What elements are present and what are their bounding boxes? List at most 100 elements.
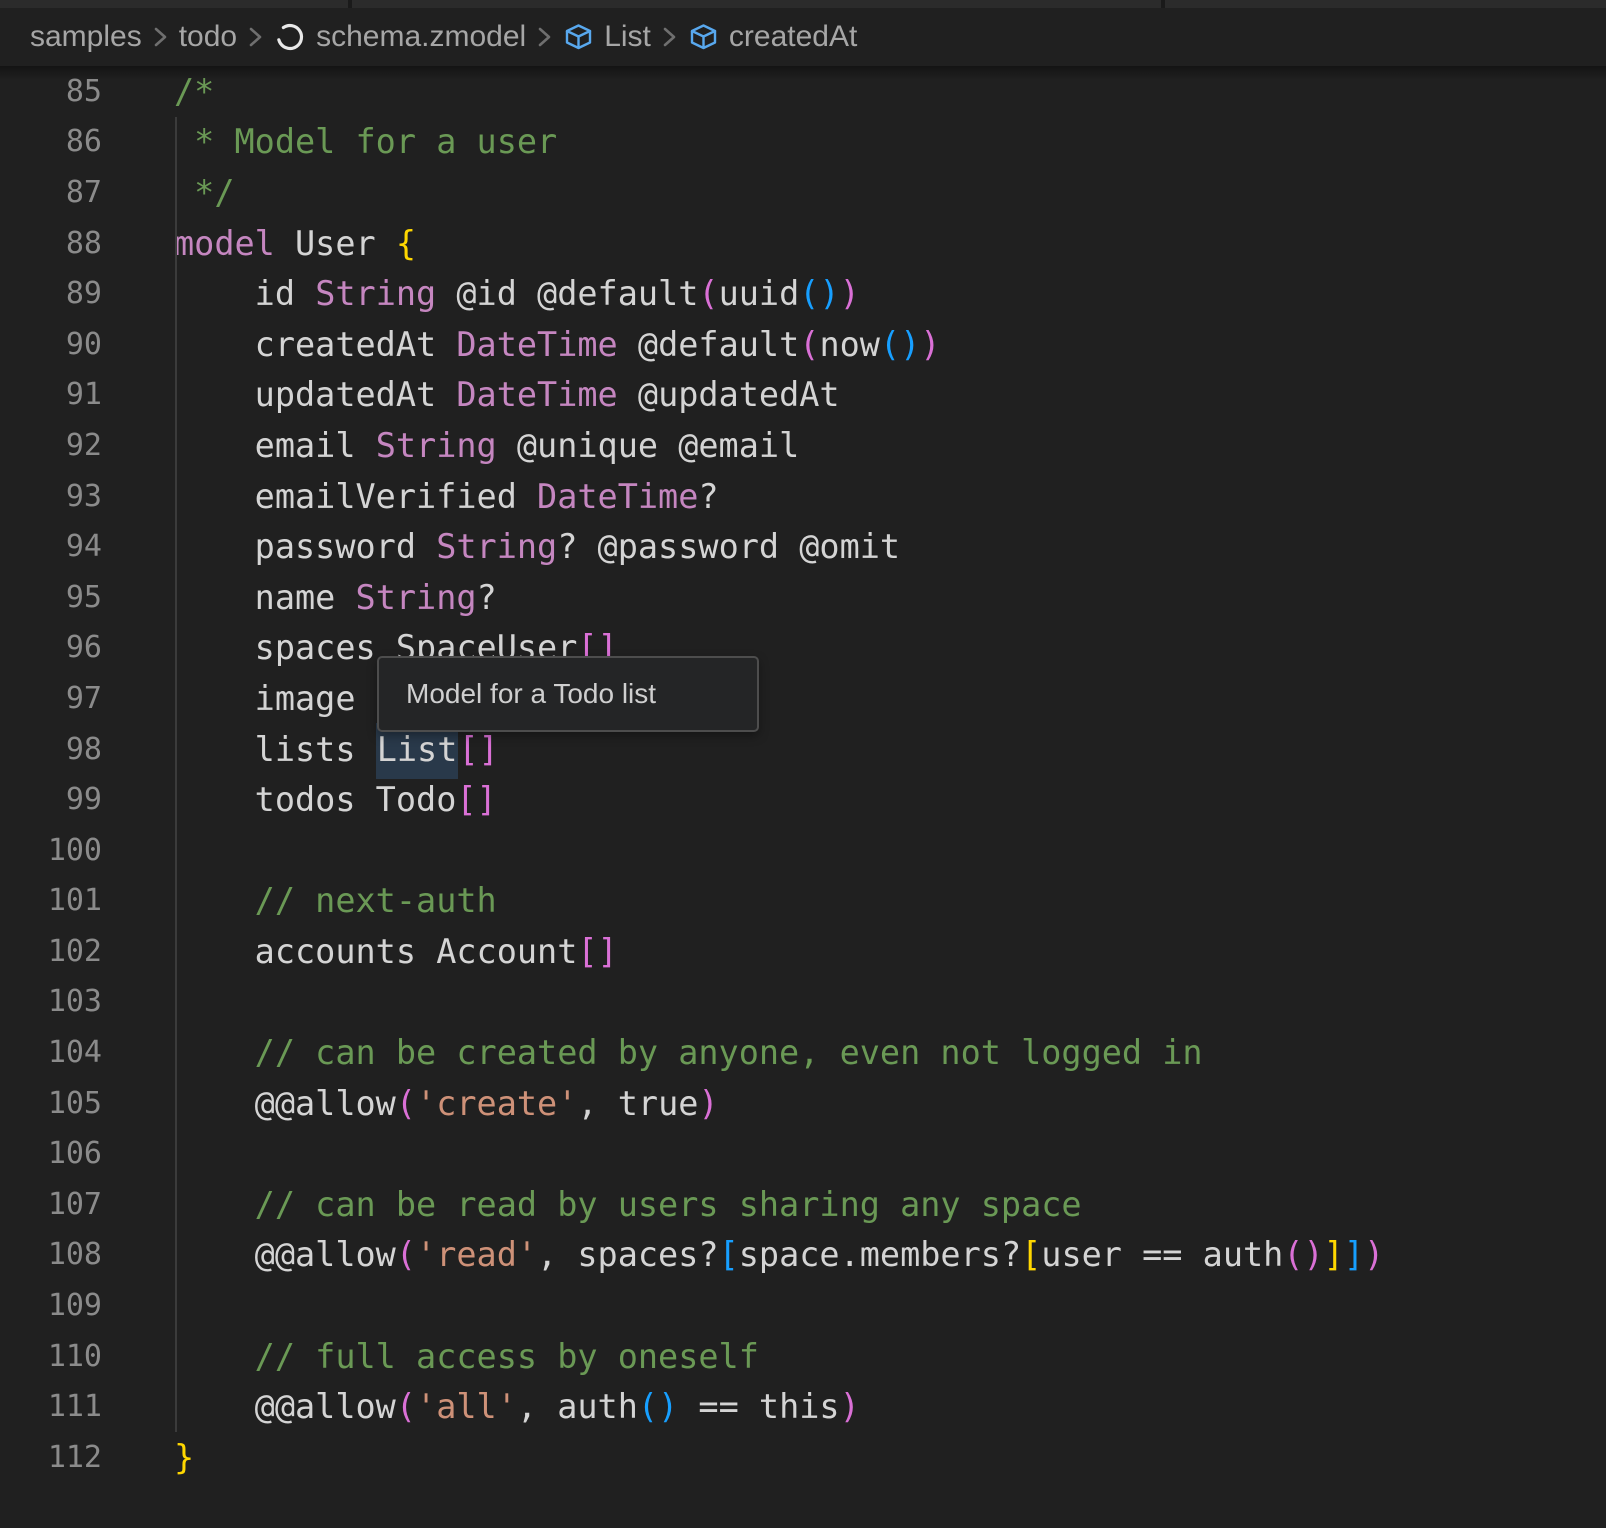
line-number[interactable]: 90: [0, 327, 102, 362]
token: [: [719, 1235, 739, 1274]
line-number[interactable]: 96: [0, 630, 102, 665]
code-line-96[interactable]: 96 spaces SpaceUser[]: [0, 623, 1606, 674]
line-number[interactable]: 95: [0, 580, 102, 615]
code-line-86[interactable]: 86 * Model for a user: [0, 117, 1606, 168]
token: @id @default: [436, 274, 698, 313]
breadcrumb: samples todo schema.zmodel List createdAt: [0, 8, 1606, 66]
code-line-107[interactable]: 107 // can be read by users sharing any …: [0, 1179, 1606, 1230]
token: (): [880, 325, 920, 364]
breadcrumb-file-schema-zmodel[interactable]: schema.zmodel: [316, 20, 526, 54]
line-number[interactable]: 109: [0, 1288, 102, 1323]
code-line-106[interactable]: 106: [0, 1128, 1606, 1179]
breadcrumb-symbol-createdat[interactable]: createdAt: [729, 20, 857, 54]
code-line-98[interactable]: 98 lists List[]: [0, 724, 1606, 775]
code-line-102[interactable]: 102 accounts Account[]: [0, 926, 1606, 977]
line-number[interactable]: 87: [0, 175, 102, 210]
line-number[interactable]: 111: [0, 1389, 102, 1424]
breadcrumb-symbol-list[interactable]: List: [604, 20, 651, 54]
code-line-92[interactable]: 92 email String @unique @email: [0, 420, 1606, 471]
code-text: * Model for a user: [102, 122, 557, 161]
code-text: id String @id @default(uuid()): [102, 274, 860, 313]
line-number[interactable]: 88: [0, 226, 102, 261]
token: (: [698, 274, 718, 313]
token: emailVerified: [174, 477, 537, 516]
code-line-89[interactable]: 89 id String @id @default(uuid()): [0, 268, 1606, 319]
code-line-108[interactable]: 108 @@allow('read', spaces?[space.member…: [0, 1230, 1606, 1281]
token: }: [174, 1438, 194, 1477]
line-number[interactable]: 85: [0, 74, 102, 109]
line-number[interactable]: 108: [0, 1237, 102, 1272]
token: DateTime: [537, 477, 698, 516]
line-number[interactable]: 102: [0, 934, 102, 969]
token: (: [396, 1084, 416, 1123]
line-number[interactable]: 104: [0, 1035, 102, 1070]
token: updatedAt: [174, 375, 456, 414]
code-line-88[interactable]: 88model User {: [0, 218, 1606, 269]
line-number[interactable]: 92: [0, 428, 102, 463]
code-line-111[interactable]: 111 @@allow('all', auth() == this): [0, 1381, 1606, 1432]
line-number[interactable]: 93: [0, 479, 102, 514]
line-number[interactable]: 97: [0, 681, 102, 716]
code-line-97[interactable]: 97 image: [0, 673, 1606, 724]
line-number[interactable]: 110: [0, 1339, 102, 1374]
indent-guide: [175, 117, 177, 1433]
token: , auth: [517, 1387, 638, 1426]
token: ? @password @omit: [557, 527, 900, 566]
breadcrumb-folder-samples[interactable]: samples: [30, 20, 142, 54]
line-number[interactable]: 105: [0, 1086, 102, 1121]
code-line-109[interactable]: 109: [0, 1280, 1606, 1331]
code-line-100[interactable]: 100: [0, 825, 1606, 876]
hover-tooltip-text: Model for a Todo list: [406, 678, 656, 710]
line-number[interactable]: 101: [0, 883, 102, 918]
token: 'read': [416, 1235, 537, 1274]
token: String: [315, 274, 436, 313]
token: /*: [174, 72, 214, 111]
code-line-87[interactable]: 87 */: [0, 167, 1606, 218]
code-line-105[interactable]: 105 @@allow('create', true): [0, 1078, 1606, 1129]
code-line-95[interactable]: 95 name String?: [0, 572, 1606, 623]
token: id: [174, 274, 315, 313]
code-line-90[interactable]: 90 createdAt DateTime @default(now()): [0, 319, 1606, 370]
token: 'all': [416, 1387, 517, 1426]
code-line-99[interactable]: 99 todos Todo[]: [0, 774, 1606, 825]
line-number[interactable]: 91: [0, 377, 102, 412]
line-number[interactable]: 106: [0, 1136, 102, 1171]
line-number[interactable]: 89: [0, 276, 102, 311]
token: @default: [618, 325, 800, 364]
code-line-85[interactable]: 85 /*: [0, 66, 1606, 117]
code-line-94[interactable]: 94 password String? @password @omit: [0, 521, 1606, 572]
line-number[interactable]: 100: [0, 833, 102, 868]
line-number[interactable]: 86: [0, 124, 102, 159]
code-text: todos Todo[]: [102, 780, 497, 819]
line-number[interactable]: 107: [0, 1187, 102, 1222]
token: , spaces?: [537, 1235, 719, 1274]
line-number[interactable]: 103: [0, 984, 102, 1019]
loading-spinner-icon: [274, 21, 306, 53]
token: []: [577, 932, 617, 971]
code-text: @@allow('all', auth() == this): [102, 1387, 860, 1426]
token: []: [458, 730, 498, 769]
code-line-103[interactable]: 103: [0, 977, 1606, 1028]
code-text: email String @unique @email: [102, 426, 799, 465]
code-text: updatedAt DateTime @updatedAt: [102, 375, 840, 414]
code-line-110[interactable]: 110 // full access by oneself: [0, 1331, 1606, 1382]
line-number[interactable]: 112: [0, 1440, 102, 1475]
token: ]: [1344, 1235, 1364, 1274]
code-line-112[interactable]: 112}: [0, 1432, 1606, 1483]
code-line-101[interactable]: 101 // next-auth: [0, 876, 1606, 927]
code-line-91[interactable]: 91 updatedAt DateTime @updatedAt: [0, 370, 1606, 421]
line-number[interactable]: 94: [0, 529, 102, 564]
code-editor[interactable]: 85/*86 * Model for a user87 */88model Us…: [0, 66, 1606, 1528]
code-text: name String?: [102, 578, 497, 617]
code-text: lists List[]: [102, 730, 499, 769]
line-number[interactable]: 99: [0, 782, 102, 817]
token: // next-auth: [174, 881, 497, 920]
line-number[interactable]: 98: [0, 732, 102, 767]
breadcrumb-folder-todo[interactable]: todo: [179, 20, 237, 54]
hover-tooltip: Model for a Todo list: [377, 656, 759, 732]
code-line-93[interactable]: 93 emailVerified DateTime?: [0, 471, 1606, 522]
token: space.members?: [739, 1235, 1021, 1274]
code-line-104[interactable]: 104 // can be created by anyone, even no…: [0, 1027, 1606, 1078]
code-text: */: [102, 173, 235, 212]
token: ?: [477, 578, 497, 617]
